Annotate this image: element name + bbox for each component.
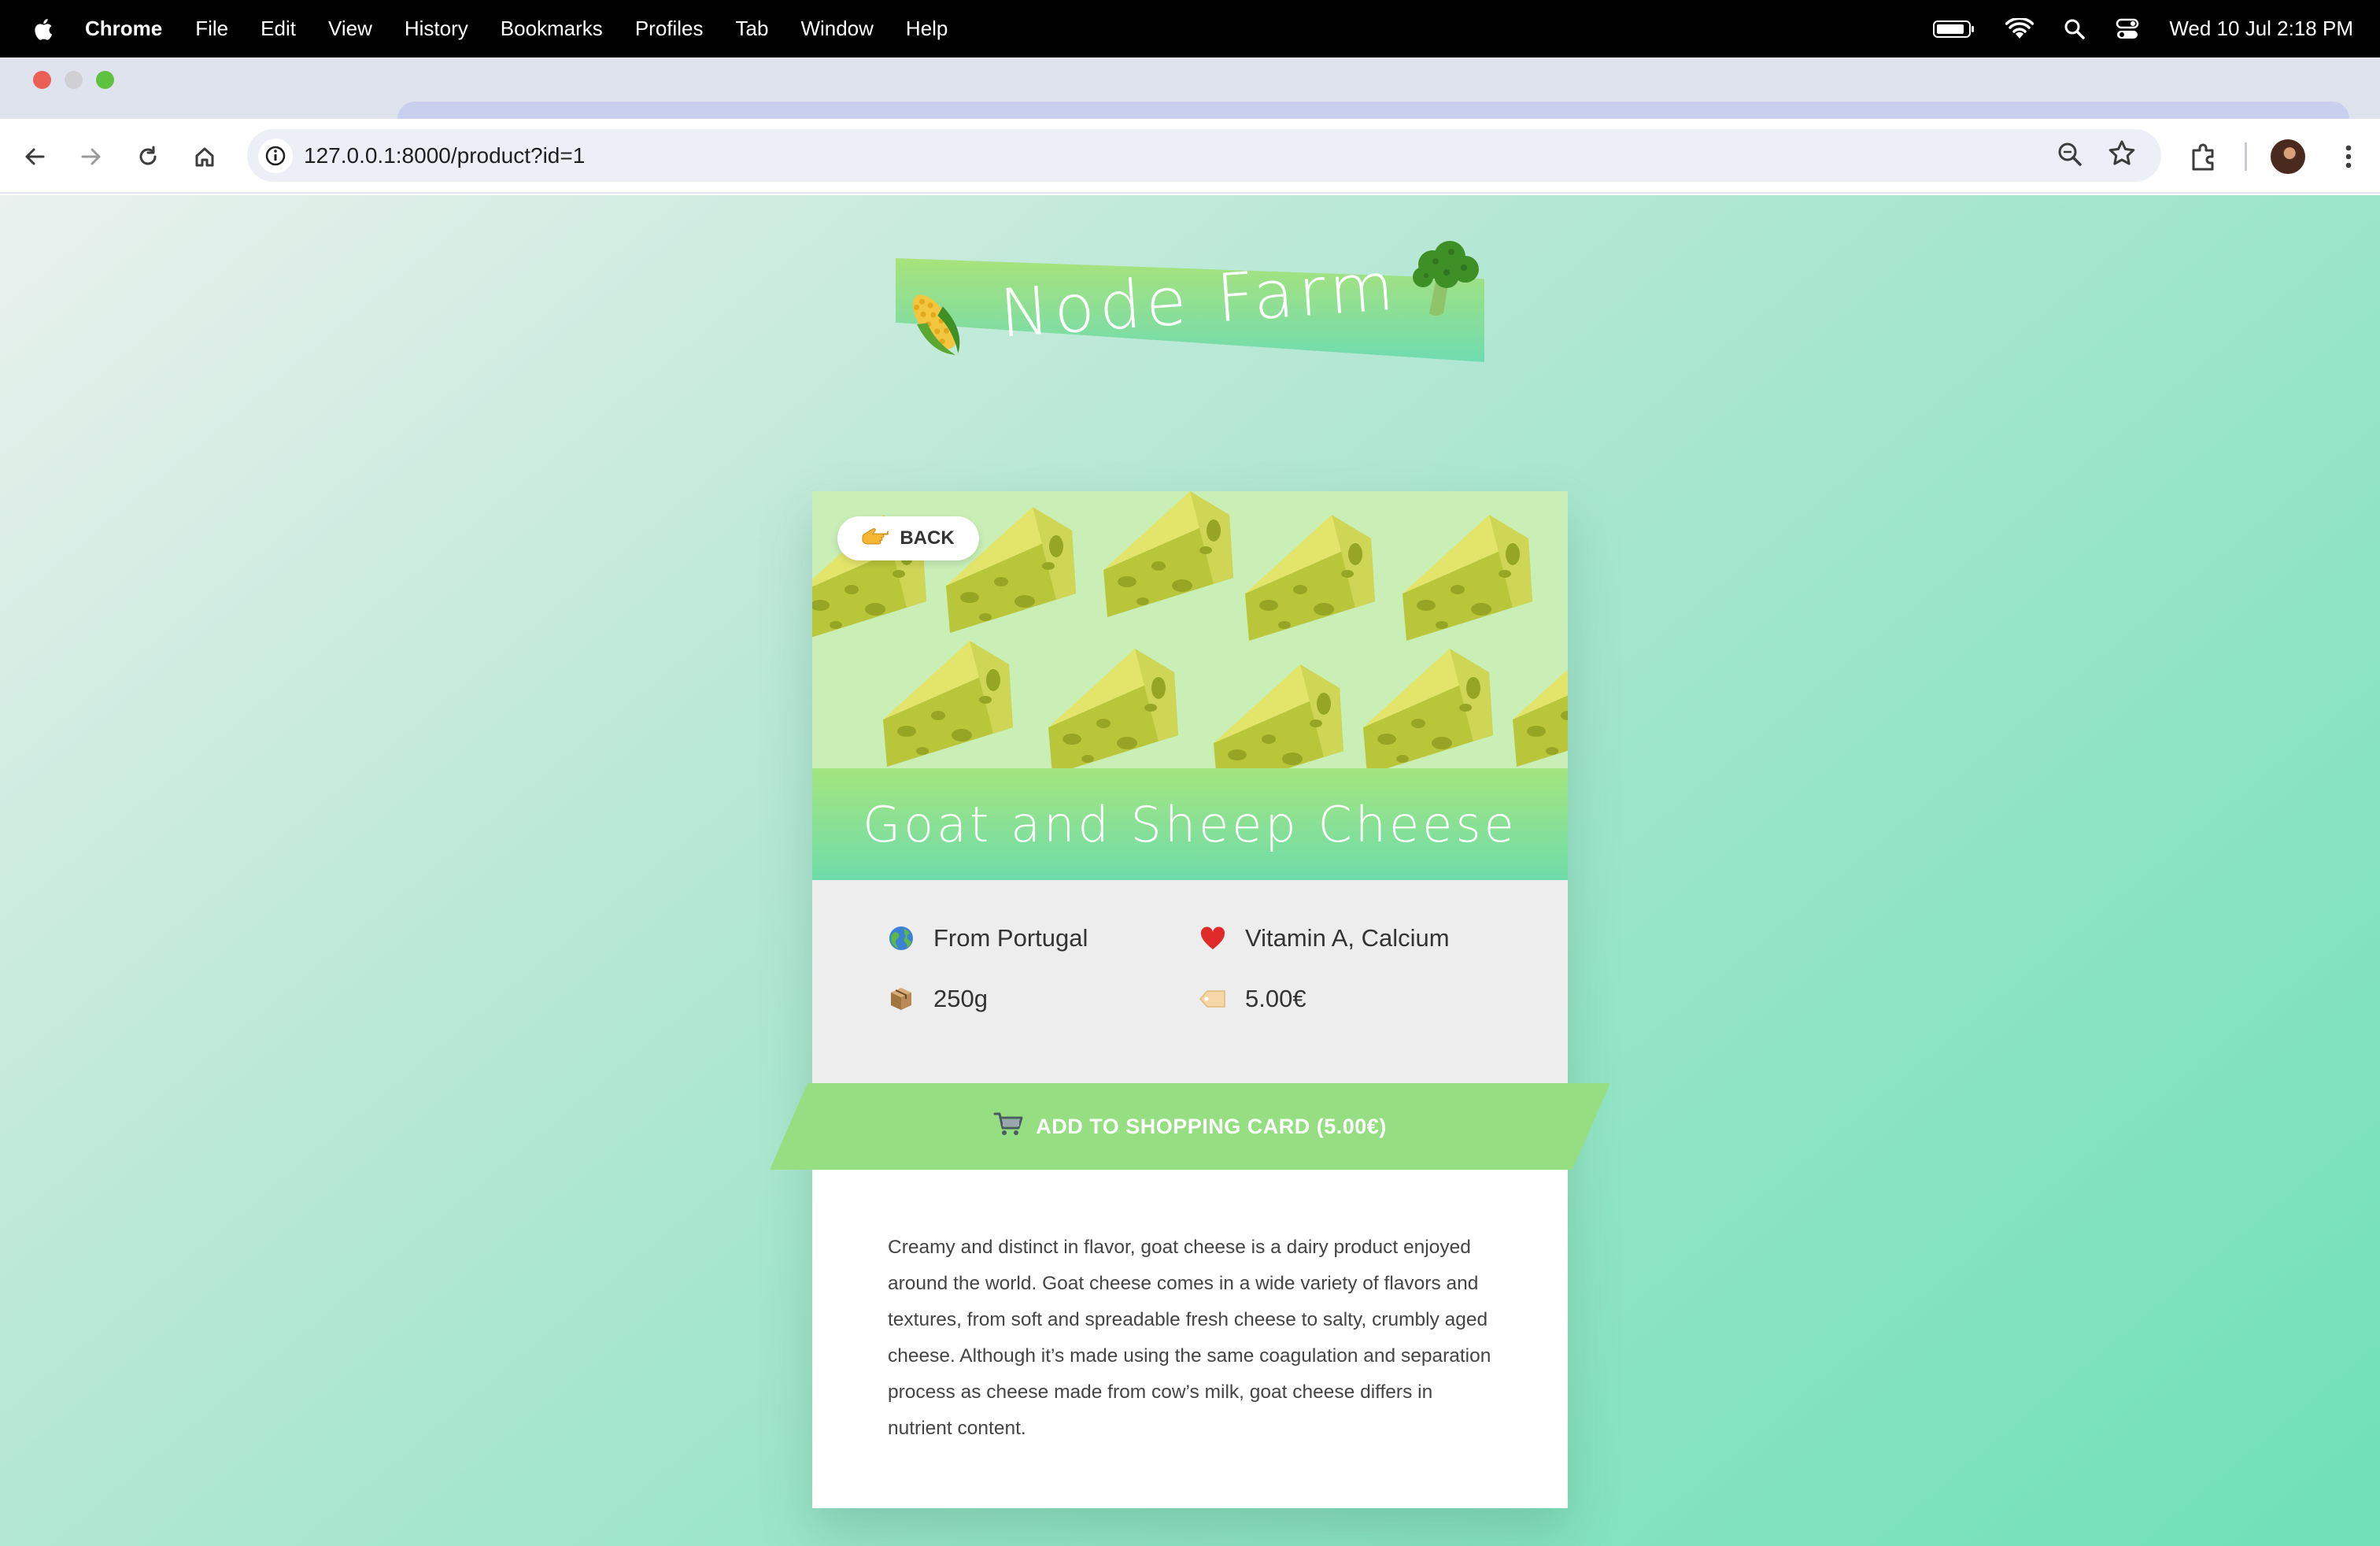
menu-window[interactable]: Window [800, 17, 873, 41]
cheese-wedge [1513, 669, 1568, 767]
broccoli-icon [1401, 235, 1488, 325]
menu-tab[interactable]: Tab [736, 17, 769, 41]
product-origin: From Portugal [888, 924, 1088, 952]
package-icon [888, 986, 915, 1012]
cheese-wedge [1363, 649, 1493, 768]
cheese-wedge [1103, 491, 1233, 617]
profile-avatar[interactable] [2271, 139, 2305, 174]
menu-file[interactable]: File [195, 17, 228, 41]
reload-icon[interactable] [131, 139, 165, 174]
web-page: Node Farm BACK Goat and Sheep Cheese Fro… [0, 195, 2380, 1546]
menu-bar-status-area: Wed 10 Jul 2:18 PM [1903, 0, 2353, 57]
browser-menu-kebab-icon[interactable] [2331, 139, 2366, 178]
extensions-puzzle-icon[interactable] [2186, 139, 2221, 178]
heart-icon [1199, 925, 1226, 952]
product-nutrients-text: Vitamin A, Calcium [1245, 924, 1450, 952]
menu-bar-clock[interactable]: Wed 10 Jul 2:18 PM [2169, 17, 2353, 41]
active-tab[interactable] [397, 102, 2349, 119]
browser-toolbar: 127.0.0.1:8000/product?id=1 [0, 119, 2380, 194]
menu-profiles[interactable]: Profiles [635, 17, 704, 41]
corn-icon [897, 282, 976, 372]
product-title-band: Goat and Sheep Cheese [812, 768, 1568, 880]
product-card: BACK Goat and Sheep Cheese From Portugal… [770, 491, 1610, 1508]
macos-menu-bar: Chrome File Edit View History Bookmarks … [0, 0, 2380, 57]
zoom-icon[interactable] [2054, 139, 2086, 174]
product-description: Creamy and distinct in flavor, goat chee… [888, 1237, 1491, 1439]
product-price-text: 5.00€ [1245, 985, 1306, 1012]
window-minimize-button[interactable] [65, 71, 83, 89]
product-origin-text: From Portugal [933, 924, 1088, 952]
battery-icon[interactable] [1933, 19, 1975, 39]
toolbar-divider [2245, 142, 2247, 171]
menu-help[interactable]: Help [906, 17, 948, 41]
cheese-wedge [1245, 515, 1375, 641]
tab-strip [0, 102, 2380, 119]
product-image: BACK [812, 491, 1568, 768]
back-arrow-icon[interactable] [17, 139, 52, 174]
site-info-icon[interactable] [258, 139, 293, 173]
site-logo[interactable]: Node Farm [889, 235, 1488, 392]
menu-view[interactable]: View [328, 17, 372, 41]
back-button-label: BACK [900, 527, 955, 549]
address-bar[interactable]: 127.0.0.1:8000/product?id=1 [247, 129, 2161, 182]
product-title: Goat and Sheep Cheese [863, 795, 1517, 853]
globe-icon [888, 925, 915, 952]
bookmark-star-icon[interactable] [2106, 138, 2138, 173]
product-price: 5.00€ [1199, 985, 1306, 1013]
cheese-wedge [1214, 664, 1343, 768]
add-to-cart-label: ADD TO SHOPPING CARD (5.00€) [1036, 1114, 1387, 1138]
cheese-wedge [1048, 649, 1178, 768]
product-quantity: 250g [888, 985, 988, 1013]
forward-arrow-icon[interactable] [74, 139, 109, 174]
home-icon[interactable] [187, 139, 222, 174]
pointing-hand-icon [862, 527, 890, 549]
menu-history[interactable]: History [405, 17, 468, 41]
cheese-wedge [883, 641, 1013, 767]
menu-edit[interactable]: Edit [261, 17, 296, 41]
browser-title-bar [0, 57, 2380, 102]
window-close-button[interactable] [33, 71, 51, 89]
window-maximize-button[interactable] [96, 71, 114, 89]
menu-app-name[interactable]: Chrome [85, 17, 162, 41]
add-to-cart-button[interactable]: ADD TO SHOPPING CARD (5.00€) [770, 1083, 1610, 1170]
control-center-icon[interactable] [2116, 18, 2139, 40]
product-nutrients: Vitamin A, Calcium [1199, 924, 1450, 952]
product-details: From Portugal Vitamin A, Calcium 250g 5.… [812, 880, 1568, 1083]
wifi-icon[interactable] [2005, 17, 2034, 40]
apple-logo-icon[interactable] [30, 15, 58, 43]
cheese-wedge [1402, 515, 1532, 641]
back-button[interactable]: BACK [837, 516, 979, 560]
price-tag-icon [1199, 986, 1226, 1012]
address-bar-url[interactable]: 127.0.0.1:8000/product?id=1 [304, 129, 585, 182]
spotlight-search-icon[interactable] [2064, 18, 2086, 40]
product-quantity-text: 250g [933, 985, 988, 1012]
menu-bookmarks[interactable]: Bookmarks [501, 17, 603, 41]
shopping-cart-icon [993, 1111, 1023, 1142]
